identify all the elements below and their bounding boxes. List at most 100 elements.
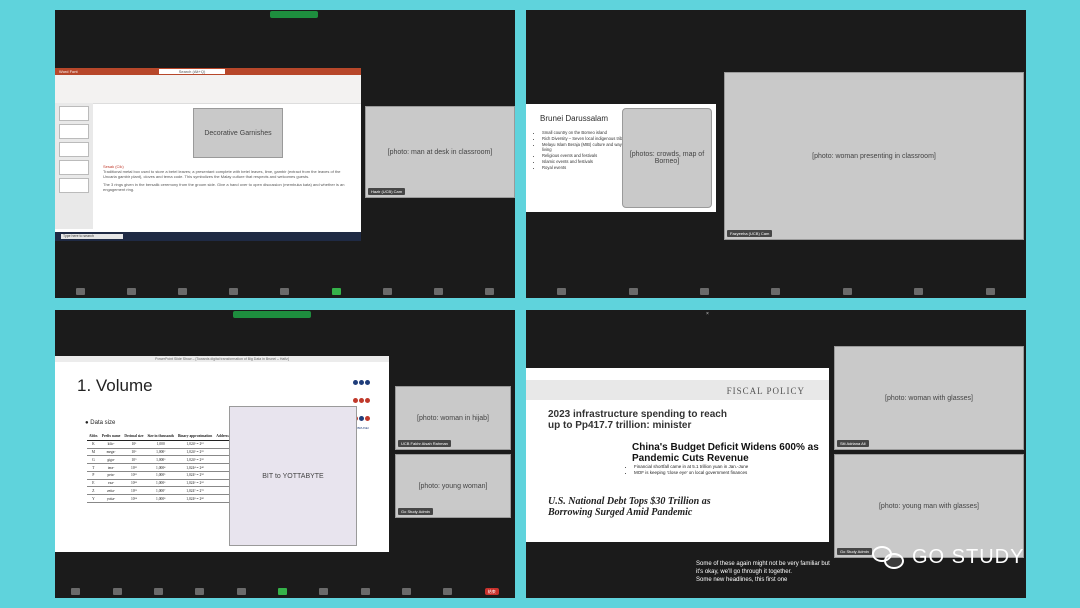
record-icon[interactable] (319, 588, 329, 595)
zoom-window-bottom-left: PowerPoint Slide Show – [Towards digital… (55, 310, 515, 598)
bullet-item: Religious events and festivals (542, 153, 628, 158)
note-line: The 3 rings given in the bersalik ceremo… (103, 182, 345, 192)
current-slide: Decorative Garnishes (193, 108, 283, 158)
sharing-indicator[interactable] (233, 311, 311, 318)
table-cell: 10¹⁵ (122, 471, 146, 480)
speaker-notes[interactable]: Sesak (Cik) Traditional metal box used t… (103, 164, 355, 192)
watermark-text: GO STUDY (912, 545, 1025, 568)
participants-icon[interactable] (229, 288, 239, 295)
share-screen-icon[interactable] (842, 288, 852, 295)
table-cell: 10¹⁸ (122, 479, 146, 488)
reactions-icon[interactable] (985, 288, 995, 295)
table-cell: giga- (99, 455, 123, 465)
note-line: Traditional metal box used to store a be… (103, 169, 341, 179)
ppt-ribbon[interactable] (55, 75, 361, 104)
table-row: Ggiga-10⁹1,000³1,024³ = 2³⁰30 (87, 455, 251, 465)
apps-icon[interactable] (402, 588, 412, 595)
zoom-window-top-left: Word Font Search (Alt+Q) Decorative Garn… (55, 10, 515, 298)
share-screen-icon[interactable] (331, 288, 341, 295)
table-cell: yotta- (99, 494, 123, 504)
slideshow-title-bar: PowerPoint Slide Show – [Towards digital… (55, 356, 389, 362)
table-cell: zetta- (99, 486, 123, 496)
table-cell: 10⁶ (122, 448, 146, 457)
video-icon[interactable] (628, 288, 638, 295)
ppt-search-box[interactable]: Search (Alt+Q) (158, 69, 226, 74)
table-row: Eexa-10¹⁸1,000⁶1,024⁶ = 2⁶⁰60 (87, 479, 251, 488)
shared-slide: Brunei Darussalam Small country on the B… (526, 104, 716, 212)
chat-icon[interactable] (280, 288, 290, 295)
table-row: Yyotta-10²⁴1,000⁸1,024⁸ = 2⁸⁰80 (87, 494, 251, 504)
table-row: Ttera-10¹²1,000⁴1,024⁴ = 2⁴⁰40 (87, 463, 251, 472)
chat-icon[interactable] (771, 288, 781, 295)
camera-video-siti: [photo: woman with glasses] Siti Adriana… (834, 346, 1024, 450)
table-cell: 1,000⁶ (145, 479, 177, 488)
slide-thumb[interactable] (59, 178, 89, 193)
zoom-window-top-right: Brunei Darussalam Small country on the B… (526, 10, 1026, 298)
more-icon[interactable] (443, 588, 453, 595)
table-header: Abbr. (87, 433, 100, 441)
bullet-item: MOF is keeping 'close eye' on local gove… (634, 470, 830, 476)
bullet-item: Islamic events and festivals (542, 159, 628, 164)
camera-video-go-study-admin: [photo: young man with glasses] Go Study… (834, 454, 1024, 558)
table-cell: 1,024³ = 2³⁰ (176, 455, 215, 465)
camera-name-tag: Hazir (UCB) Cam (368, 188, 406, 195)
ppt-title-text: Word Font (59, 69, 78, 74)
camera-video-participant-2: [photo: young woman] Go Study Admin (395, 454, 511, 518)
reactions-icon[interactable] (360, 588, 370, 595)
slide-thumb[interactable] (59, 142, 89, 157)
table-cell: kilo- (99, 440, 123, 449)
chat-icon[interactable] (236, 588, 246, 595)
slide-thumb[interactable] (59, 106, 89, 121)
security-icon[interactable] (178, 288, 188, 295)
table-cell: 10⁹ (122, 455, 146, 465)
subtitle-caption: Some of these again might not be very fa… (696, 560, 866, 584)
table-cell: E (87, 479, 100, 488)
record-icon[interactable] (382, 288, 392, 295)
bullet-item: Melayu Islam Beraja (MIB) culture and wa… (542, 142, 628, 152)
table-cell: 1,000⁵ (145, 471, 177, 480)
table-cell: 1,000² (145, 448, 177, 457)
table-header: Decimal size (122, 433, 146, 441)
participants-icon[interactable] (700, 288, 710, 295)
video-icon[interactable] (127, 288, 137, 295)
table-header: Prefix name (99, 433, 123, 441)
window-top-strip (55, 310, 515, 320)
table-cell: Y (87, 494, 100, 504)
table-header-row: Abbr. Prefix name Decimal size Size in t… (87, 433, 251, 441)
video-icon[interactable] (112, 588, 122, 595)
section-label: FISCAL POLICY (726, 386, 805, 396)
mic-icon[interactable] (557, 288, 567, 295)
end-meeting-button[interactable]: 结束 (484, 588, 499, 595)
slide-thumb[interactable] (59, 124, 89, 139)
reactions-icon[interactable] (433, 288, 443, 295)
participants-icon[interactable] (195, 588, 205, 595)
sharing-indicator[interactable] (270, 11, 318, 18)
mic-icon[interactable] (71, 588, 81, 595)
caption-line: it's okay, we'll go through it together. (696, 569, 792, 575)
security-icon[interactable] (153, 588, 163, 595)
more-icon[interactable] (484, 288, 494, 295)
bit-to-yottabyte-infographic: BIT to YOTTABYTE (229, 406, 357, 546)
table-cell: peta- (99, 471, 123, 480)
slide-bullet: ● Data size (85, 420, 116, 426)
table-cell: exa- (99, 479, 123, 488)
window-top-strip: × (526, 310, 1026, 320)
record-icon[interactable] (914, 288, 924, 295)
mic-icon[interactable] (76, 288, 86, 295)
infographic-label: BIT to YOTTABYTE (262, 472, 324, 480)
camera-name-tag: Fazyeeha (UCB) Cam (727, 230, 773, 237)
headline-1: 2023 infrastructure spending to reach up… (548, 409, 727, 431)
ppt-title-bar: Word Font Search (Alt+Q) (55, 68, 361, 75)
table-cell: M (87, 448, 100, 457)
taskbar-search[interactable]: Type here to search (61, 234, 123, 239)
share-screen-icon[interactable] (277, 588, 287, 595)
slide-thumbnails[interactable] (55, 103, 93, 229)
caption-line: Some new headlines, this first one (696, 577, 788, 583)
table-cell: 1,000⁴ (145, 463, 177, 472)
table-row: Zzetta-10²¹1,000⁷1,024⁷ = 2⁷⁰70 (87, 486, 251, 496)
table-cell: 1,024² = 2²⁰ (176, 448, 215, 457)
table-cell: 1,024⁶ = 2⁶⁰ (176, 479, 215, 488)
bullet-item: Small country on the Borneo island (542, 130, 628, 135)
table-cell: 10³ (122, 440, 146, 449)
slide-thumb[interactable] (59, 160, 89, 175)
